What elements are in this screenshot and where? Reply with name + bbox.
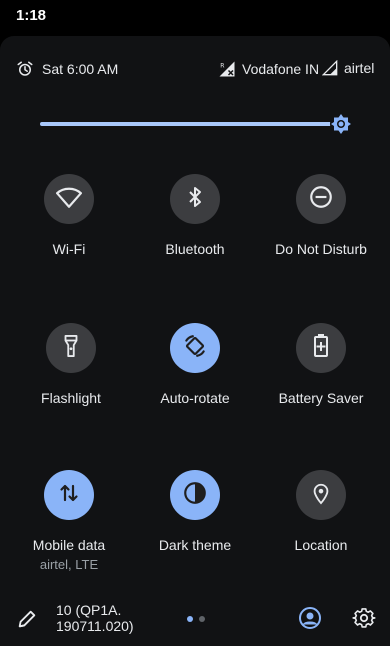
tile-wifi-toggle[interactable]: [44, 174, 94, 224]
page-dot-2: [199, 616, 205, 622]
tile-wifi[interactable]: Wi-Fi: [4, 174, 134, 284]
tile-label: Do Not Disturb: [275, 241, 367, 257]
tile-label: Auto-rotate: [160, 390, 230, 406]
tile-label: Flashlight: [41, 390, 101, 406]
tile-dark-theme[interactable]: Dark theme: [130, 470, 260, 580]
quick-settings-panel: Sat 6:00 AM R Vodafone IN airtel Wi-Fi B…: [0, 36, 390, 646]
edit-button[interactable]: [16, 608, 38, 635]
quick-settings-header: Sat 6:00 AM R Vodafone IN airtel: [0, 56, 390, 84]
wifi-icon: [56, 184, 82, 215]
tile-battery-saver-toggle[interactable]: [296, 323, 346, 373]
carrier-1-label: Vodafone IN: [242, 61, 320, 77]
page-indicator: [187, 616, 205, 622]
signal-roaming-icon: R: [218, 60, 236, 78]
settings-button[interactable]: [352, 606, 376, 635]
tile-mobile-data[interactable]: Mobile data airtel, LTE: [4, 470, 134, 580]
brightness-track[interactable]: [40, 122, 341, 126]
bluetooth-icon: [183, 185, 207, 214]
tile-label: Bluetooth: [165, 241, 225, 257]
tile-sublabel: airtel, LTE: [39, 557, 99, 572]
tile-label: Battery Saver: [278, 390, 364, 406]
flashlight-icon: [60, 333, 82, 364]
mobile-data-icon: [57, 481, 81, 510]
svg-text:R: R: [220, 63, 224, 70]
carrier-2-label: airtel: [344, 60, 375, 76]
auto-rotate-icon: [182, 333, 208, 364]
tile-battery-saver[interactable]: Battery Saver: [256, 323, 386, 433]
location-icon: [310, 480, 332, 511]
dark-theme-icon: [182, 480, 208, 511]
tile-flashlight-toggle[interactable]: [46, 323, 96, 373]
tile-flashlight[interactable]: Flashlight: [6, 323, 136, 433]
tile-label: Wi-Fi: [52, 241, 86, 257]
do-not-disturb-icon: [308, 184, 334, 215]
tile-do-not-disturb-toggle[interactable]: [296, 174, 346, 224]
tile-bluetooth[interactable]: Bluetooth: [130, 174, 260, 284]
tile-mobile-data-toggle[interactable]: [44, 470, 94, 520]
pencil-icon: [16, 610, 38, 634]
status-bar: 1:18: [0, 0, 390, 34]
carrier-1: R Vodafone IN: [218, 60, 319, 78]
build-number[interactable]: 10 (QP1A. 190711.020): [56, 602, 134, 634]
tile-dark-theme-toggle[interactable]: [170, 470, 220, 520]
user-account-icon: [298, 607, 322, 634]
tile-auto-rotate[interactable]: Auto-rotate: [130, 323, 260, 433]
tile-bluetooth-toggle[interactable]: [170, 174, 220, 224]
signal-icon: [322, 60, 338, 76]
status-time: 1:18: [16, 7, 47, 24]
alarm-info[interactable]: Sat 6:00 AM: [16, 60, 118, 78]
alarm-text: Sat 6:00 AM: [42, 61, 119, 77]
tile-location-toggle[interactable]: [296, 470, 346, 520]
tile-label: Mobile data: [32, 537, 106, 553]
tile-location[interactable]: Location: [256, 470, 386, 580]
user-switcher-button[interactable]: [298, 606, 322, 635]
quick-settings-footer: 10 (QP1A. 190711.020): [0, 594, 390, 646]
tile-auto-rotate-toggle[interactable]: [170, 323, 220, 373]
tile-label: Location: [294, 537, 348, 553]
brightness-slider[interactable]: [40, 110, 370, 138]
gear-icon: [352, 608, 376, 634]
brightness-icon[interactable]: [329, 112, 353, 136]
build-number-line1: 10 (QP1A.: [56, 602, 122, 618]
alarm-icon: [16, 60, 34, 78]
tile-label: Dark theme: [158, 537, 232, 553]
battery-saver-icon: [310, 333, 332, 364]
carrier-2: airtel: [322, 60, 374, 76]
tile-do-not-disturb[interactable]: Do Not Disturb: [256, 174, 386, 284]
page-dot-1: [187, 616, 193, 622]
build-number-line2: 190711.020): [56, 618, 134, 634]
